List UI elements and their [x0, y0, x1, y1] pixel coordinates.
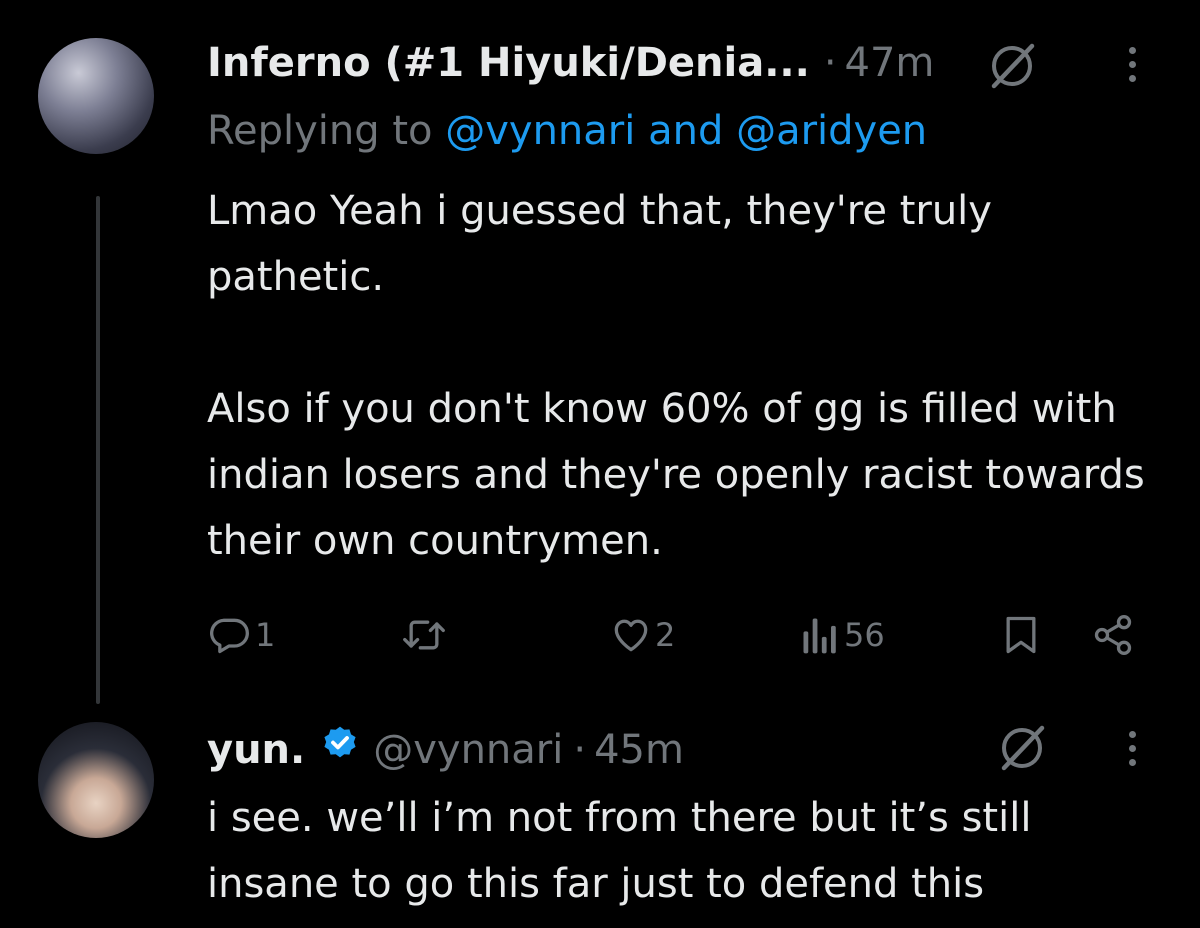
mention-link[interactable]: @aridyen	[736, 108, 927, 154]
timeline: Inferno (#1 Hiyuki/Denia... · 47m Replyi…	[0, 0, 1200, 928]
thread-line	[96, 196, 100, 704]
grok-icon[interactable]	[996, 722, 1048, 778]
heart-icon	[609, 613, 653, 657]
verified-badge-icon	[319, 724, 361, 776]
share-icon	[1091, 613, 1135, 657]
reply-count: 1	[255, 616, 276, 654]
views-icon	[800, 613, 840, 657]
like-button[interactable]: 2	[609, 613, 675, 657]
tweet-header: Inferno (#1 Hiyuki/Denia... · 47m	[207, 40, 934, 86]
tweet-paragraph: Also if you don't know 60% of gg is fill…	[207, 386, 1145, 564]
bookmark-button[interactable]	[999, 613, 1043, 657]
mention-link[interactable]: @vynnari	[445, 108, 635, 154]
handle[interactable]: @vynnari	[373, 727, 563, 773]
retweet-button[interactable]	[400, 613, 452, 657]
replying-and: and	[648, 108, 724, 154]
separator: ·	[573, 727, 587, 773]
like-count: 2	[655, 616, 676, 654]
timestamp[interactable]: 47m	[845, 40, 935, 86]
view-count: 56	[844, 616, 885, 654]
timestamp[interactable]: 45m	[594, 727, 684, 773]
share-button[interactable]	[1091, 613, 1135, 657]
replying-label: Replying to	[207, 108, 433, 154]
retweet-icon	[400, 613, 448, 657]
reply-icon	[207, 613, 251, 657]
tweet-actions: 1 2 56	[207, 605, 1147, 665]
bookmark-icon	[999, 613, 1043, 657]
display-name[interactable]: yun.	[207, 727, 305, 773]
reply-button[interactable]: 1	[207, 613, 275, 657]
tweet-header: yun. @vynnari · 45m	[207, 724, 684, 776]
more-icon[interactable]	[1129, 731, 1136, 766]
replying-to: Replying to @vynnari and @aridyen	[207, 108, 927, 154]
avatar[interactable]	[38, 722, 154, 838]
avatar[interactable]	[38, 38, 154, 154]
grok-icon[interactable]	[986, 40, 1038, 96]
tweet-text: Lmao Yeah i guessed that, they're truly …	[207, 178, 1167, 574]
views-button[interactable]: 56	[800, 613, 885, 657]
more-icon[interactable]	[1129, 47, 1136, 82]
tweet-paragraph: i see. we’ll i’m not from there but it’s…	[207, 795, 1032, 907]
separator: ·	[823, 40, 837, 86]
display-name[interactable]: Inferno (#1 Hiyuki/Denia...	[207, 40, 810, 86]
tweet-paragraph: Lmao Yeah i guessed that, they're truly …	[207, 188, 992, 300]
tweet-text: i see. we’ll i’m not from there but it’s…	[207, 785, 1167, 917]
